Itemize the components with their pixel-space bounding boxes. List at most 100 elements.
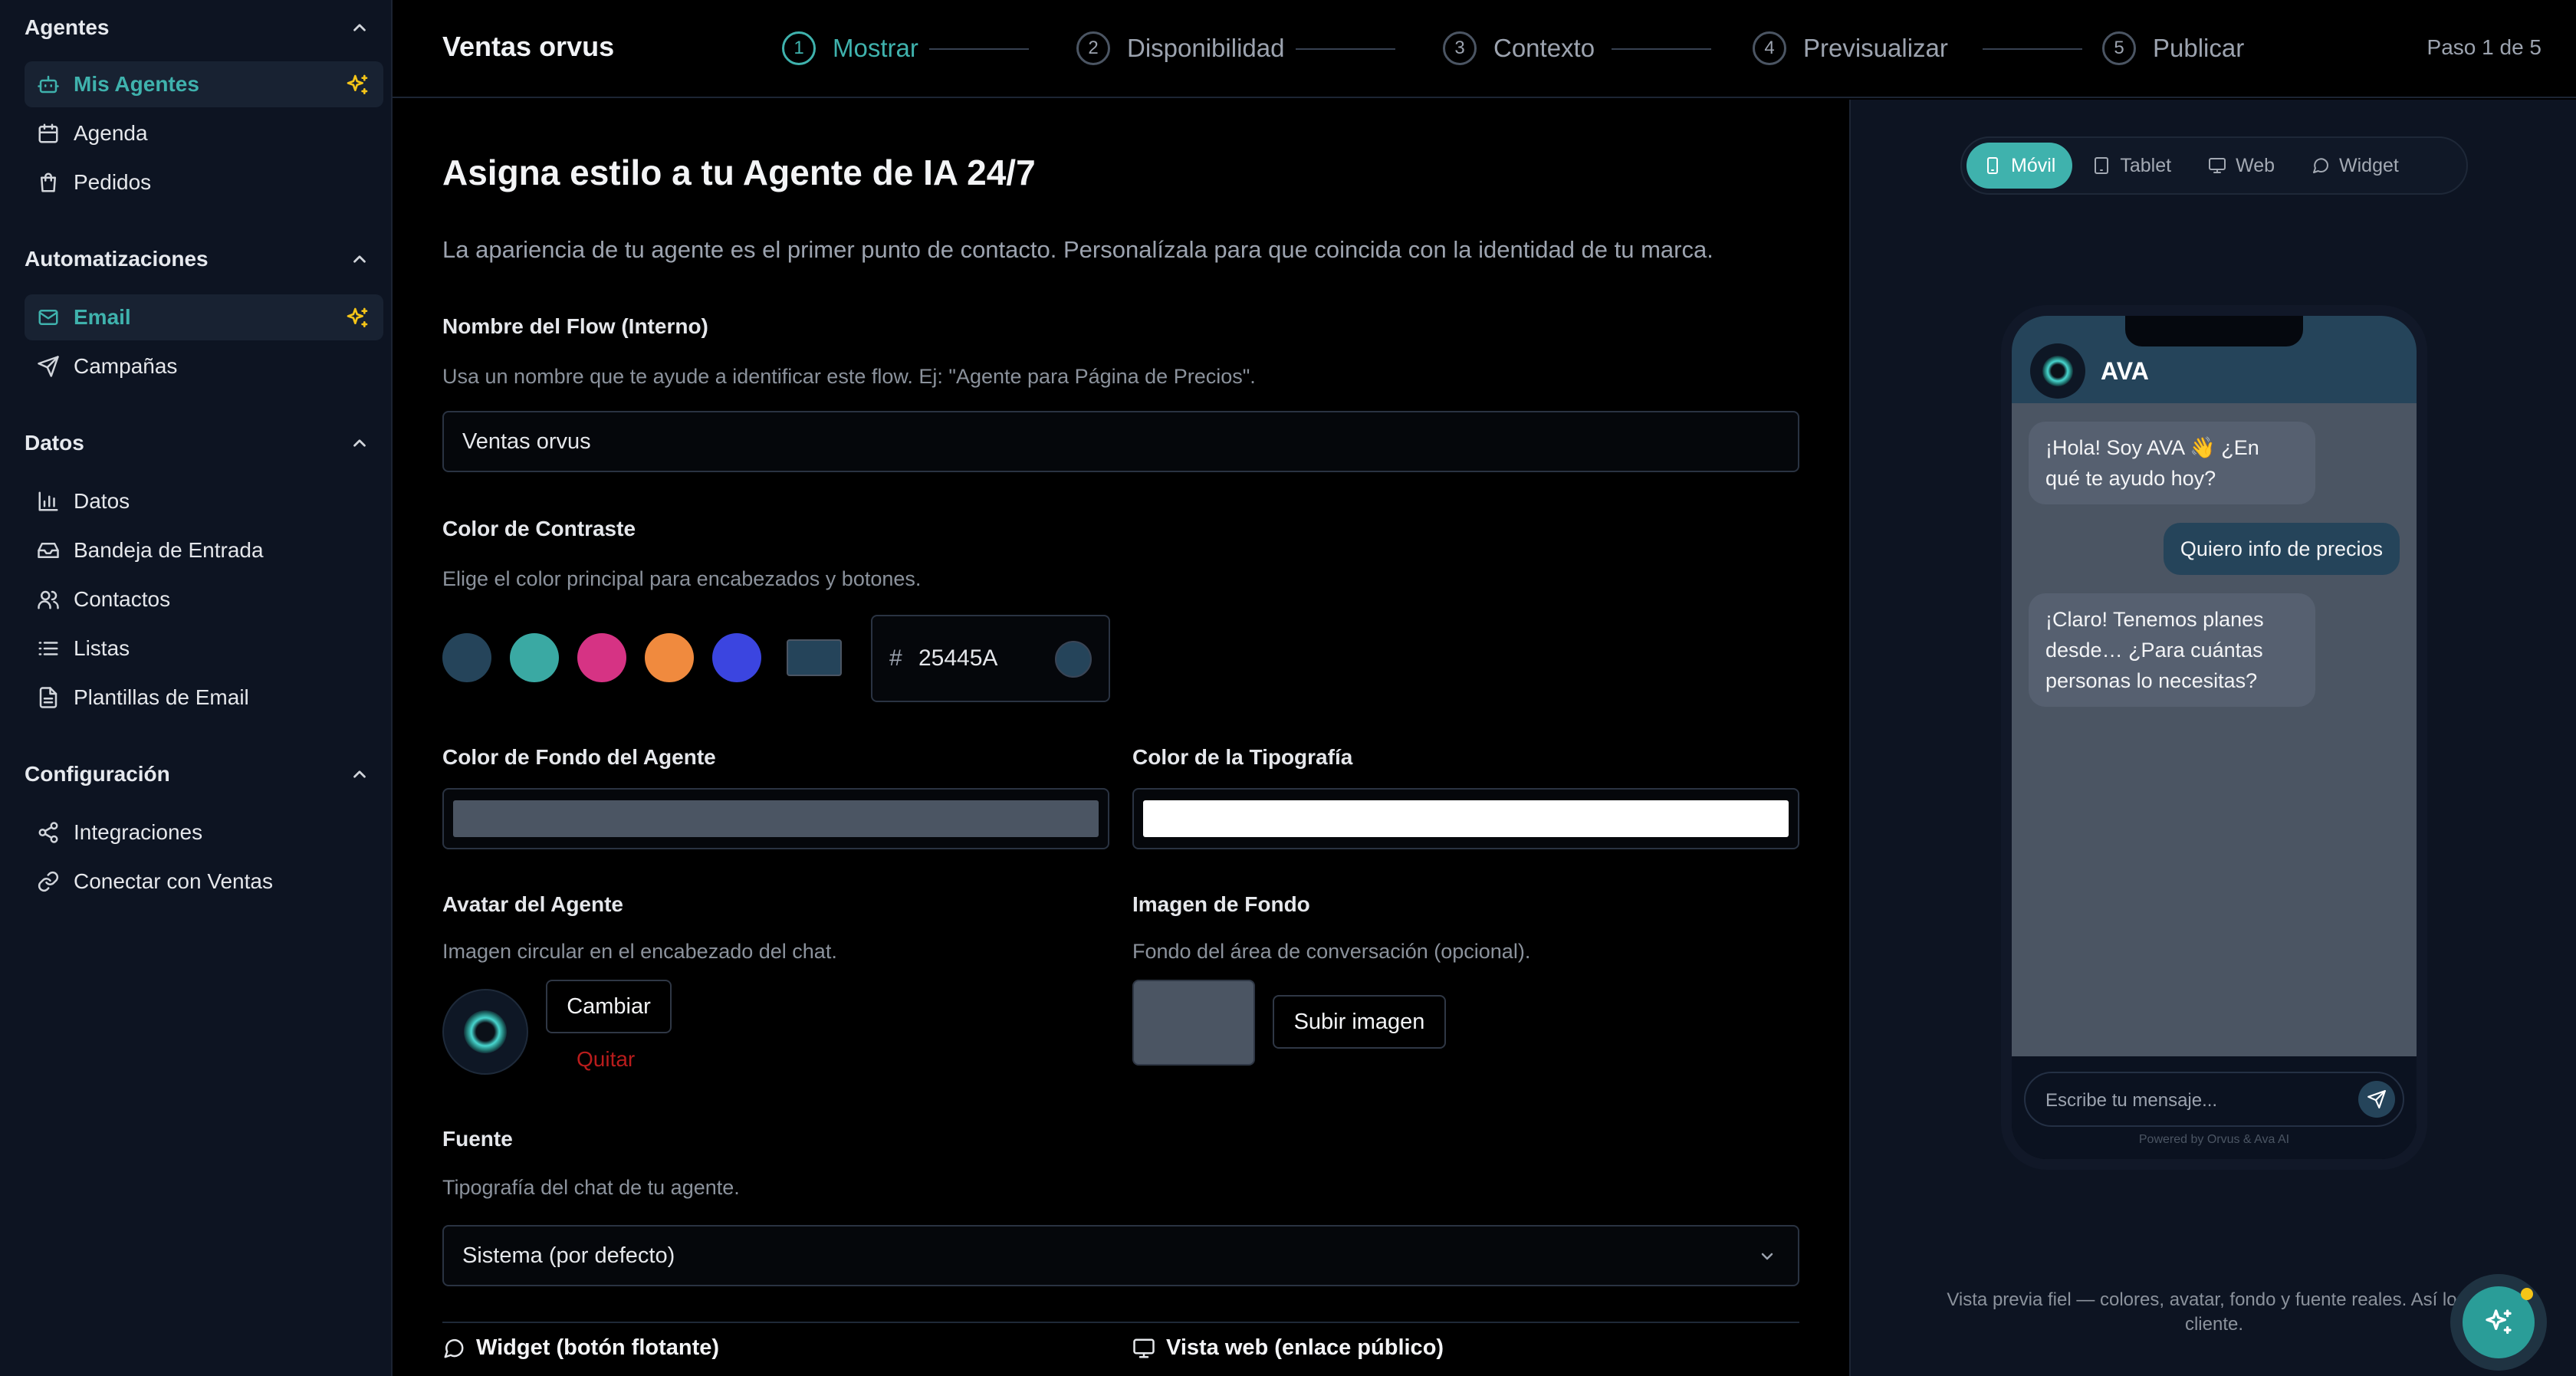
caption-line: Vista previa fiel — colores, avatar, fon… <box>1947 1289 2482 1310</box>
sidebar-item-label: Mis Agentes <box>74 72 199 96</box>
shopping-bag-icon <box>37 171 60 194</box>
bot-icon <box>37 73 60 96</box>
upload-image-button[interactable]: Subir imagen <box>1273 995 1446 1049</box>
font-select-value: Sistema (por defecto) <box>462 1243 675 1268</box>
swatch-blue[interactable] <box>712 633 761 682</box>
tab-widget[interactable]: Widget <box>2295 143 2416 189</box>
sparkles-icon <box>345 306 370 330</box>
tab-movil[interactable]: Móvil <box>1967 143 2073 189</box>
change-avatar-button[interactable]: Cambiar <box>546 980 672 1033</box>
send-button[interactable] <box>2358 1081 2395 1118</box>
flow-name-label: Nombre del Flow (Interno) <box>442 314 708 338</box>
send-icon <box>2367 1089 2387 1109</box>
user-message: Quiero info de precios <box>2163 523 2400 575</box>
sidebar-item-mis-agentes[interactable]: Mis Agentes <box>25 61 383 107</box>
preview-caption: Vista previa fiel — colores, avatar, fon… <box>1881 1288 2547 1337</box>
section-header-datos[interactable]: Datos <box>25 426 370 460</box>
swatch-teal[interactable] <box>510 633 559 682</box>
step-previsualizar[interactable]: 4 Previsualizar <box>1753 29 1948 67</box>
swatch-pink[interactable] <box>577 633 626 682</box>
chat-avatar <box>2030 343 2085 399</box>
sidebar-item-email[interactable]: Email <box>25 294 383 340</box>
section-title: Configuración <box>25 762 170 786</box>
section-title: Agentes <box>25 15 110 39</box>
background-image-thumbnail[interactable] <box>1132 980 1255 1066</box>
step-disponibilidad[interactable]: 2 Disponibilidad <box>1076 29 1284 67</box>
background-image-label: Imagen de Fondo <box>1132 892 1310 916</box>
caption-line: cliente. <box>2184 1314 2244 1335</box>
swatch-navy[interactable] <box>442 633 491 682</box>
avatar-help: Imagen circular en el encabezado del cha… <box>442 940 837 963</box>
message-line: personas lo necesitas? <box>2045 669 2258 692</box>
swatch-orange[interactable] <box>645 633 694 682</box>
composer-placeholder: Escribe tu mensaje... <box>2045 1090 2218 1111</box>
step-connector <box>1612 48 1711 50</box>
agent-bg-color-field[interactable] <box>442 788 1109 849</box>
tab-label: Widget <box>2339 154 2399 176</box>
sidebar-item-pedidos[interactable]: Pedidos <box>25 159 383 205</box>
sparkles-icon <box>2483 1307 2514 1338</box>
phone-screen: AVA ¡Hola! Soy AVA 👋 ¿En qué te ayudo ho… <box>2012 316 2417 1159</box>
sidebar-item-listas[interactable]: Listas <box>25 626 383 672</box>
step-number: 4 <box>1753 31 1786 65</box>
divider <box>442 1322 1799 1323</box>
tab-tablet[interactable]: Tablet <box>2075 143 2188 189</box>
flow-name-input[interactable] <box>462 412 1766 471</box>
sidebar-item-label: Contactos <box>74 587 171 611</box>
bar-chart-icon <box>37 490 60 513</box>
tab-web[interactable]: Web <box>2191 143 2292 189</box>
contrast-color-help: Elige el color principal para encabezado… <box>442 567 922 590</box>
step-label: Disponibilidad <box>1127 34 1285 62</box>
hex-value[interactable]: 25445A <box>918 645 997 672</box>
style-form: Asigna estilo a tu Agente de IA 24/7 La … <box>393 100 1849 1376</box>
sidebar-item-label: Plantillas de Email <box>74 685 249 709</box>
users-icon <box>37 588 60 611</box>
sidebar-item-label: Agenda <box>74 121 148 145</box>
step-number: 3 <box>1443 31 1477 65</box>
sidebar-item-agenda[interactable]: Agenda <box>25 110 383 156</box>
sidebar-item-contactos[interactable]: Contactos <box>25 576 383 622</box>
sidebar-item-conectar-ventas[interactable]: Conectar con Ventas <box>25 859 383 905</box>
agent-bg-label: Color de Fondo del Agente <box>442 745 716 769</box>
notification-dot <box>2521 1288 2533 1300</box>
chevron-down-icon <box>1758 1247 1776 1266</box>
step-number: 1 <box>782 31 816 65</box>
chevron-up-icon <box>350 249 370 269</box>
sidebar-item-label: Conectar con Ventas <box>74 869 273 893</box>
sidebar-item-integraciones[interactable]: Integraciones <box>25 810 383 855</box>
font-select[interactable]: Sistema (por defecto) <box>442 1225 1799 1286</box>
typography-color-field[interactable] <box>1132 788 1799 849</box>
typography-color-bar[interactable] <box>1143 800 1789 837</box>
hex-color-preview <box>1055 641 1092 678</box>
assistant-fab-button[interactable] <box>2463 1286 2535 1358</box>
remove-avatar-button[interactable]: Quitar <box>577 1047 635 1072</box>
custom-color-picker[interactable] <box>787 639 842 676</box>
step-contexto[interactable]: 3 Contexto <box>1443 29 1595 67</box>
web-mode-option[interactable]: Vista web (enlace público) <box>1132 1335 1444 1361</box>
mail-icon <box>37 306 60 329</box>
agent-bg-color-bar[interactable] <box>453 800 1099 837</box>
step-mostrar[interactable]: 1 Mostrar <box>782 29 918 67</box>
sidebar-item-datos[interactable]: Datos <box>25 478 383 524</box>
sidebar-item-plantillas[interactable]: Plantillas de Email <box>25 675 383 721</box>
device-tabs: Móvil Tablet Web Widget <box>1960 136 2468 195</box>
hex-color-field[interactable]: # 25445A <box>871 615 1110 702</box>
sidebar-item-campanas[interactable]: Campañas <box>25 343 383 389</box>
section-header-agentes[interactable]: Agentes <box>25 11 370 44</box>
section-header-configuracion[interactable]: Configuración <box>25 757 370 791</box>
chat-composer[interactable]: Escribe tu mensaje... <box>2024 1072 2404 1127</box>
widget-mode-option[interactable]: Widget (botón flotante) <box>442 1335 719 1361</box>
flow-name-field[interactable] <box>442 411 1799 472</box>
page-description: La apariencia de tu agente es el primer … <box>442 236 1714 263</box>
background-image-help: Fondo del área de conversación (opcional… <box>1132 940 1531 963</box>
avatar-orb <box>2042 356 2073 386</box>
message-circle-icon <box>2312 156 2339 175</box>
section-header-automatizaciones[interactable]: Automatizaciones <box>25 242 370 276</box>
sidebar: Agentes Mis Agentes Agenda Pedidos Autom… <box>0 0 393 1376</box>
message-line: desde… ¿Para cuántas <box>2045 639 2263 662</box>
phone-mockup: AVA ¡Hola! Soy AVA 👋 ¿En qué te ayudo ho… <box>2001 305 2427 1170</box>
preview-panel: Móvil Tablet Web Widget AVA ¡Hola! Soy A… <box>1849 100 2576 1376</box>
step-publicar[interactable]: 5 Publicar <box>2102 29 2244 67</box>
monitor-icon <box>2208 156 2236 175</box>
sidebar-item-bandeja[interactable]: Bandeja de Entrada <box>25 527 383 573</box>
